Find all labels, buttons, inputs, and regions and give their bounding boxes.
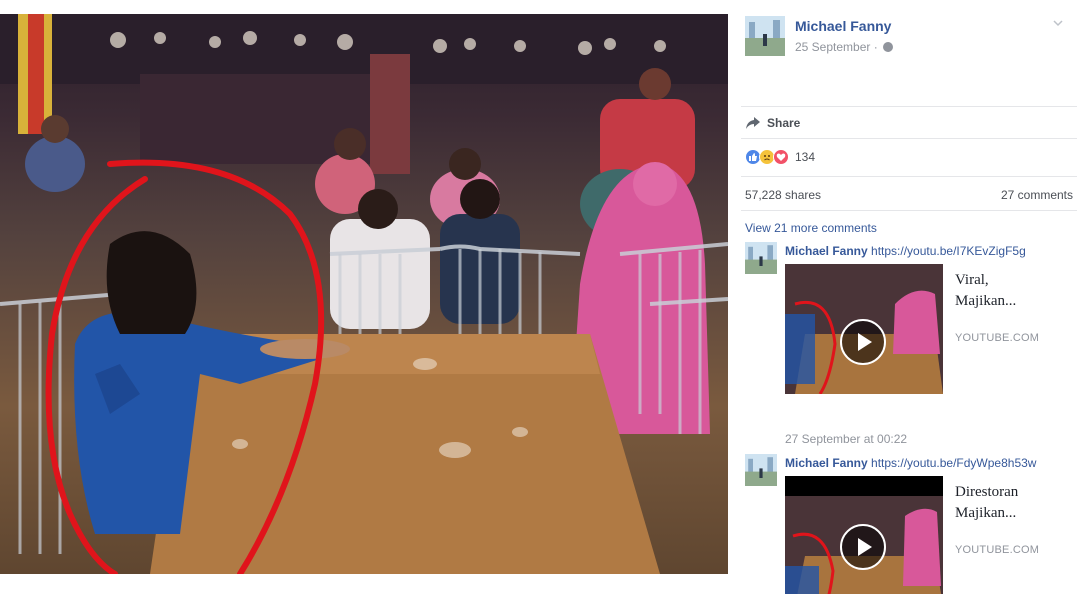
share-arrow-icon (746, 117, 760, 129)
preview-title-line: Viral, (955, 272, 989, 288)
reactions-summary[interactable]: 134 (745, 149, 815, 165)
chevron-down-icon[interactable] (1053, 18, 1063, 28)
author-avatar[interactable] (745, 16, 785, 56)
comment-item: Michael Fanny https://youtu.be/FdyWpe8h5… (745, 454, 1077, 594)
comments-count[interactable]: 27 comments (1001, 188, 1073, 202)
play-icon[interactable] (840, 524, 886, 570)
divider (741, 138, 1077, 139)
love-reaction-icon (773, 149, 789, 165)
author-name[interactable]: Michael Fanny (795, 18, 891, 34)
shares-count[interactable]: 57,228 shares (745, 188, 821, 202)
comment-avatar[interactable] (745, 242, 777, 274)
link-preview[interactable]: Direstoran Majikan... YOUTUBE.COM (785, 476, 1077, 594)
divider (741, 210, 1077, 211)
post-photo[interactable] (0, 14, 728, 574)
post-date-text: 25 September (795, 40, 871, 54)
play-icon[interactable] (840, 319, 886, 365)
comment-item: Michael Fanny https://youtu.be/I7KEvZigF… (745, 242, 1077, 442)
preview-source: YOUTUBE.COM (955, 544, 1040, 556)
preview-title-line: Direstoran (955, 484, 1019, 500)
view-more-comments-link[interactable]: View 21 more comments (745, 221, 877, 235)
preview-title-line: Majikan... (955, 293, 1017, 309)
avatar-image (745, 16, 785, 56)
share-button[interactable]: Share (745, 114, 800, 132)
restaurant-photo-illustration (0, 14, 728, 574)
avatar-image (745, 242, 777, 274)
divider (741, 176, 1077, 177)
avatar-image (745, 454, 777, 486)
comment-avatar[interactable] (745, 454, 777, 486)
share-label: Share (767, 116, 801, 130)
post-photo-frame (0, 0, 729, 594)
comment-link[interactable]: https://youtu.be/FdyWpe8h53w (871, 456, 1036, 470)
video-thumbnail[interactable] (785, 476, 943, 594)
preview-title-line: Majikan... (955, 505, 1017, 521)
comment-author[interactable]: Michael Fanny (785, 456, 868, 470)
preview-source: YOUTUBE.COM (955, 332, 1040, 344)
comment-timestamp[interactable]: 27 September at 00:22 (785, 432, 907, 446)
link-preview[interactable]: Viral, Majikan... YOUTUBE.COM (785, 264, 1077, 398)
post-date[interactable]: 25 September · (795, 40, 894, 54)
divider (741, 106, 1077, 107)
comment-link[interactable]: https://youtu.be/I7KEvZigF5g (871, 244, 1026, 258)
post-sidebar: Michael Fanny 25 September · Share 134 5… (729, 0, 1077, 594)
video-thumbnail[interactable] (785, 264, 943, 394)
comment-text: Michael Fanny https://youtu.be/FdyWpe8h5… (785, 456, 1036, 470)
comment-author[interactable]: Michael Fanny (785, 244, 868, 258)
preview-title[interactable]: Direstoran Majikan... (955, 482, 1075, 524)
globe-icon (883, 42, 894, 52)
preview-title[interactable]: Viral, Majikan... (955, 270, 1075, 312)
date-separator: · (873, 40, 878, 54)
reaction-count: 134 (795, 150, 816, 164)
comment-text: Michael Fanny https://youtu.be/I7KEvZigF… (785, 244, 1026, 258)
